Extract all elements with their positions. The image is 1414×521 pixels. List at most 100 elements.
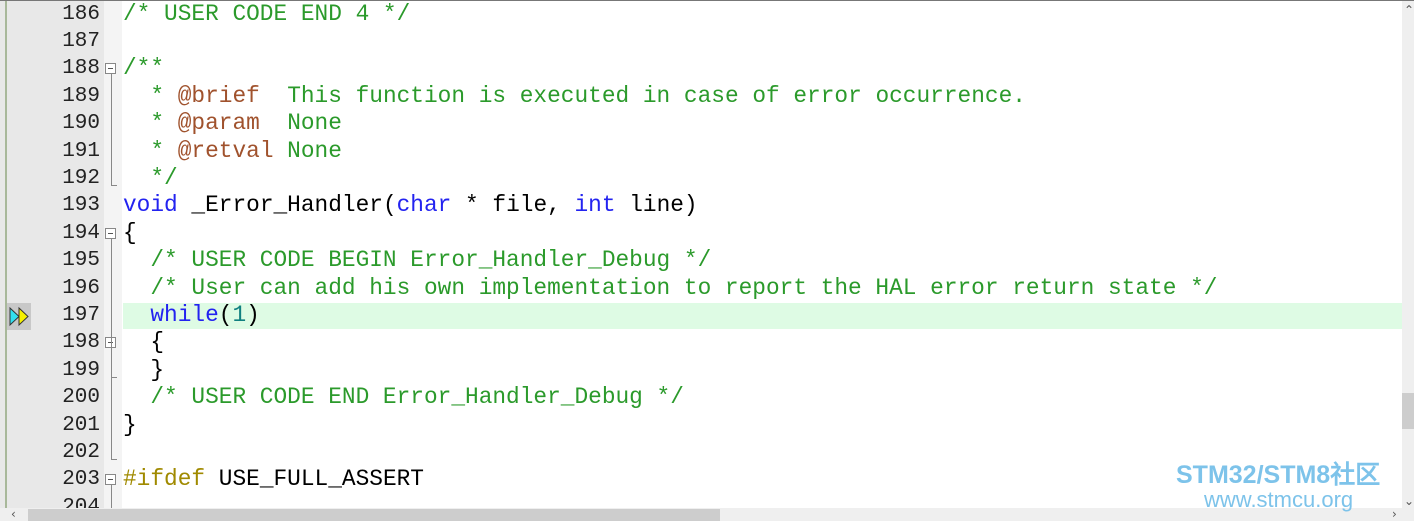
code-token: } <box>123 411 137 438</box>
code-token: /* USER CODE BEGIN Error_Handler_Debug *… <box>123 247 712 274</box>
code-line[interactable]: 191 * @retval None <box>0 138 1402 165</box>
line-number: 199 <box>62 358 100 382</box>
line-number: 200 <box>62 386 100 410</box>
code-text: /* USER CODE END 4 */ <box>123 1 410 28</box>
code-text: /* USER CODE END Error_Handler_Debug */ <box>123 384 684 411</box>
code-text: void _Error_Handler(char * file, int lin… <box>123 192 698 219</box>
code-text: /** <box>123 55 164 82</box>
code-text: /* User can add his own implementation t… <box>123 275 1217 302</box>
code-line[interactable]: 194 { <box>0 220 1402 247</box>
code-token: None <box>273 137 342 164</box>
code-token: */ <box>123 164 178 191</box>
code-line[interactable]: 197 while(1) <box>0 302 1402 329</box>
fold-toggle-icon[interactable] <box>105 227 116 239</box>
horizontal-scrollbar-thumb[interactable] <box>28 509 720 521</box>
current-execution-arrow-icon <box>9 306 29 327</box>
fold-line <box>111 485 112 508</box>
watermark: STM32/STM8社区 www.stmcu.org <box>1176 461 1380 511</box>
code-line[interactable]: 187 <box>0 28 1402 55</box>
code-line[interactable]: 201} <box>0 412 1402 439</box>
code-line[interactable]: 189 * @brief This function is executed i… <box>0 83 1402 110</box>
fold-toggle-icon[interactable] <box>105 63 116 75</box>
fold-end <box>111 184 117 186</box>
line-number: 203 <box>62 468 100 492</box>
line-number: 197 <box>62 303 100 327</box>
fold-toggle-icon[interactable] <box>105 474 116 486</box>
watermark-title: STM32/STM8社区 <box>1176 461 1381 489</box>
code-token: _Error_Handler( <box>177 192 397 219</box>
code-token: This function is executed in case of err… <box>259 82 1026 109</box>
scroll-down-icon[interactable]: ⌄ <box>1404 494 1414 508</box>
line-number: 186 <box>62 2 100 26</box>
code-token: line) <box>615 192 698 219</box>
line-number: 202 <box>62 440 100 464</box>
line-number: 189 <box>62 84 100 108</box>
code-text: /* USER CODE BEGIN Error_Handler_Debug *… <box>123 247 711 274</box>
code-line[interactable]: 199 } <box>0 357 1402 384</box>
code-line[interactable]: 193 void _Error_Handler(char * file, int … <box>0 192 1402 219</box>
code-token: 1 <box>232 301 247 328</box>
code-line[interactable]: 200 /* USER CODE END Error_Handler_Debug… <box>0 384 1402 411</box>
code-text: while(1) <box>123 301 260 329</box>
code-token: #ifdef <box>123 466 206 493</box>
code-token: @retval <box>177 137 274 164</box>
code-token: while <box>150 301 219 328</box>
code-line[interactable]: 192 */ <box>0 165 1402 192</box>
code-token: None <box>259 110 342 137</box>
line-number: 188 <box>62 57 100 81</box>
code-token: * file, <box>451 192 575 219</box>
code-line[interactable]: 195 /* USER CODE BEGIN Error_Handler_Deb… <box>0 247 1402 274</box>
code-line[interactable]: 190 * @param None <box>0 110 1402 137</box>
code-token: int <box>574 192 616 219</box>
scroll-right-icon[interactable]: › <box>1392 507 1397 521</box>
code-line[interactable]: 198 { <box>0 329 1402 356</box>
current-line-highlight <box>123 302 1402 329</box>
code-token: ) <box>246 301 260 328</box>
watermark-url: www.stmcu.org <box>1204 487 1354 512</box>
scroll-up-icon[interactable]: ⌃ <box>1404 3 1414 17</box>
code-token: /** <box>123 55 165 82</box>
current-execution-marker <box>7 303 31 330</box>
line-number: 187 <box>62 29 100 53</box>
code-editor[interactable]: 186/* USER CODE END 4 */187 188/** 189 * @… <box>0 0 1402 508</box>
code-token: * <box>123 110 178 137</box>
code-token: /* USER CODE END Error_Handler_Debug */ <box>123 384 684 411</box>
line-number: 193 <box>62 194 100 218</box>
code-text: } <box>123 412 137 439</box>
code-text: * @brief This function is executed in ca… <box>123 83 1026 110</box>
code-token: } <box>123 356 165 383</box>
code-token: { <box>123 329 165 356</box>
top-border <box>0 0 1414 1</box>
line-number: 192 <box>62 166 100 190</box>
code-token: { <box>123 219 137 246</box>
code-token: * <box>123 137 178 164</box>
line-number: 201 <box>62 413 100 437</box>
fold-line <box>111 74 112 185</box>
code-line[interactable]: 196 /* User can add his own implementati… <box>0 275 1402 302</box>
code-token: * <box>123 82 178 109</box>
code-token: ( <box>218 301 233 328</box>
line-number: 194 <box>62 221 100 245</box>
code-line[interactable]: 188 /** <box>0 55 1402 82</box>
code-text: */ <box>123 164 178 192</box>
code-token: @param <box>177 110 260 137</box>
line-number: 196 <box>62 276 100 300</box>
code-text: * @param None <box>123 110 342 137</box>
code-token: char <box>396 192 452 219</box>
vertical-scrollbar-thumb[interactable] <box>1402 393 1414 429</box>
vertical-scrollbar[interactable] <box>1402 1 1414 508</box>
code-text: #ifdef USE_FULL_ASSERT <box>123 466 424 493</box>
line-number: 190 <box>62 112 100 136</box>
code-line[interactable]: 186 /* USER CODE END 4 */ <box>0 1 1402 28</box>
code-text: { <box>123 220 137 247</box>
code-token: @brief <box>177 82 260 109</box>
scroll-left-icon[interactable]: ‹ <box>11 507 16 521</box>
code-text: } <box>123 357 164 384</box>
fold-line <box>111 238 112 459</box>
code-token: /* USER CODE END 4 */ <box>123 0 411 27</box>
line-number: 198 <box>62 331 100 355</box>
code-text: * @retval None <box>123 138 342 165</box>
fold-end <box>111 458 117 460</box>
code-token: void <box>123 192 178 219</box>
